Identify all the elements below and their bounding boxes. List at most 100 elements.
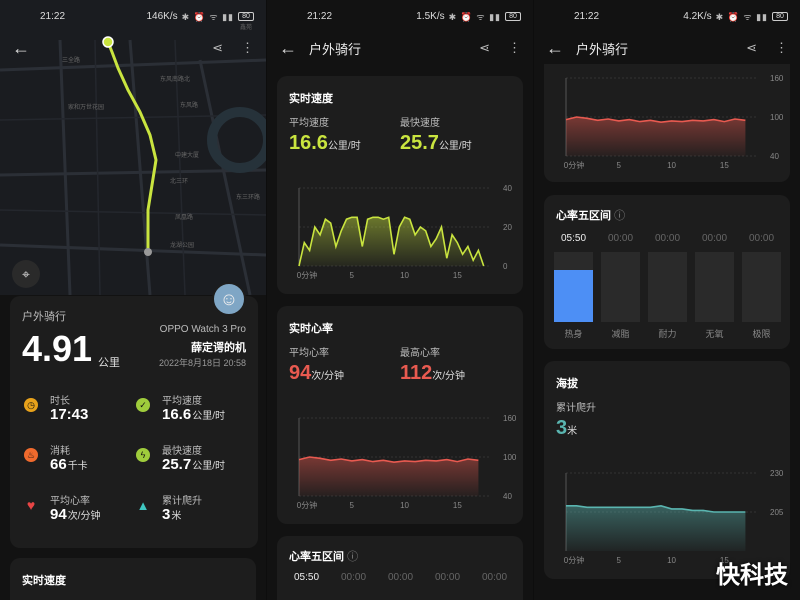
share-icon[interactable]: ⋖ [212, 40, 223, 56]
zone-time: 00:00 [748, 233, 775, 244]
status-bar: 21:22 146K/s ✱ ⏰ ᯤ ▮▮ 80 [0, 0, 266, 32]
altitude-card: 海拔 累计爬升 3米 205 230 0分钟 5 10 15 [544, 361, 790, 579]
zone-item: 00:00 [481, 572, 508, 583]
speed-card-preview: 实时速度 [10, 558, 256, 600]
zone-fill [554, 269, 593, 322]
max-speed-label: 最快速度 [400, 118, 440, 129]
speed-chart: 0 20 40 0分钟 5 10 15 [297, 184, 513, 280]
panel-zones-altitude: 40 100 160 0分钟 5 10 15 21:22 4.2K/s ✱ ⏰ ᯤ ▮▮ 8… [534, 0, 800, 600]
metric-value: 3米 [162, 506, 182, 523]
y-tick-label: 100 [770, 113, 784, 122]
zone-list: 05:50 热身 00:00 减脂 00:00 耐力 00:00 无氧 00:00 极限 [554, 233, 781, 340]
battery-icon: 80 [238, 11, 254, 21]
back-arrow-icon[interactable]: ← [279, 38, 303, 59]
device-name: OPPO Watch 3 Pro [159, 324, 246, 335]
climb-value: 3米 [556, 417, 578, 439]
status-icons: ✱ ⏰ ᯤ ▮▮ [715, 11, 768, 22]
status-right: 146K/s ✱ ⏰ ᯤ ▮▮ 80 [146, 10, 254, 23]
series-area [566, 117, 746, 156]
y-tick-label: 100 [503, 453, 517, 462]
heart-rate-chart: 40 100 160 0分钟 5 10 15 [564, 74, 784, 170]
max-heart-value: 112次/分钟 [400, 362, 466, 384]
zone-item: 05:50 热身 [554, 233, 593, 340]
network-speed: 4.2K/s [683, 10, 712, 22]
heart-rate-card: 实时心率 平均心率 94次/分钟 最高心率 112次/分钟 40 100 160 0分… [277, 306, 523, 524]
status-icons: ✱ ⏰ ᯤ ▮▮ [448, 11, 501, 22]
back-arrow-icon[interactable]: ← [12, 38, 36, 59]
card-title: 实时速度 [22, 575, 66, 587]
x-tick-label: 10 [400, 271, 409, 280]
share-icon[interactable]: ⋖ [746, 40, 757, 56]
x-tick-label: 0分钟 [297, 500, 317, 510]
battery-icon: 80 [772, 11, 788, 21]
map-label: 中建大厦 [175, 153, 200, 159]
back-arrow-icon[interactable]: ← [546, 38, 570, 59]
card-title: 海拔 [556, 378, 578, 390]
zones-card: 心率五区间 ⓘ 05:50 热身 00:00 减脂 00:00 耐力 00:00 无氧… [544, 195, 790, 349]
status-bar: 21:22 4.2K/s ✱ ⏰ ᯤ ▮▮ 80 [534, 0, 800, 32]
avg-heart-label: 平均心率 [289, 348, 329, 359]
status-right: 1.5K/s ✱ ⏰ ᯤ ▮▮ 80 [416, 10, 521, 23]
x-tick-label: 10 [667, 556, 676, 565]
zone-item: 05:50 [293, 572, 320, 583]
map-label: 东风路 [180, 103, 199, 109]
x-tick-label: 10 [667, 161, 676, 170]
zone-time: 05:50 [560, 233, 587, 244]
y-tick-label: 20 [503, 223, 512, 232]
y-tick-label: 40 [503, 492, 512, 501]
zone-bar [695, 252, 734, 322]
metric-value: 25.7公里/时 [162, 456, 225, 473]
y-tick-label: 40 [503, 184, 512, 193]
flame-icon: ♨ [24, 448, 38, 462]
x-tick-label: 0分钟 [297, 270, 317, 280]
summary-card: ☺ 户外骑行 4.91 公里 OPPO Watch 3 Pro 薛定谔的机 20… [10, 282, 258, 548]
card-title: 实时速度 [289, 93, 333, 105]
panel-speed-heart: 21:22 1.5K/s ✱ ⏰ ᯤ ▮▮ 80 ← 户外骑行 ⋖ ⋮ 实时速度… [267, 0, 533, 600]
more-icon[interactable]: ⋮ [508, 40, 521, 56]
zone-bar [554, 252, 593, 322]
map-label: 家和万世花园 [68, 105, 105, 111]
metric-label: 最快速度 [162, 446, 202, 457]
zone-time: 00:00 [701, 233, 728, 244]
map-label: 北三环 [170, 179, 189, 185]
page-title: 户外骑行 [576, 41, 629, 57]
metric-label: 累计爬升 [162, 496, 202, 507]
more-icon[interactable]: ⋮ [241, 40, 254, 56]
y-tick-label: 0 [503, 262, 508, 271]
y-tick-label: 160 [770, 74, 784, 83]
y-tick-label: 230 [770, 469, 784, 478]
distance-unit: 公里 [98, 357, 120, 369]
triangle-icon: ▲ [136, 497, 150, 513]
more-icon[interactable]: ⋮ [775, 40, 788, 56]
activity-type: 户外骑行 [22, 311, 66, 323]
x-tick-label: 0分钟 [564, 160, 584, 170]
network-speed: 1.5K/s [416, 10, 445, 22]
owner-name: 薛定谔的机 [191, 342, 246, 354]
speed-icon: ✓ [136, 398, 150, 412]
map-label: 东风南路北 [160, 77, 191, 83]
max-heart-label: 最高心率 [400, 348, 440, 359]
route-start-marker [144, 248, 152, 256]
lightning-icon: ϟ [136, 448, 150, 462]
status-time: 21:22 [574, 10, 600, 22]
zone-item: 00:00 耐力 [648, 233, 687, 340]
distance-value: 4.91 [22, 328, 93, 369]
status-right: 4.2K/s ✱ ⏰ ᯤ ▮▮ 80 [683, 10, 788, 23]
page-title: 户外骑行 [309, 41, 362, 57]
status-time: 21:22 [307, 10, 333, 22]
zones-card-preview: 心率五区间 ⓘ 05:50 00:00 00:00 00:00 00:00 [277, 536, 523, 600]
share-icon[interactable]: ⋖ [479, 40, 490, 56]
info-icon: ⓘ [347, 551, 359, 563]
metric-label: 平均速度 [162, 396, 202, 407]
zone-item: 00:00 极限 [742, 233, 781, 340]
zone-label: 极限 [752, 329, 771, 339]
avatar[interactable]: ☺ [212, 282, 246, 316]
card-title: 心率五区间 ⓘ [556, 210, 626, 222]
metric-value: 16.6公里/时 [162, 406, 225, 423]
climb-label: 累计爬升 [556, 403, 596, 414]
x-tick-label: 5 [617, 556, 622, 565]
locate-icon[interactable]: ⌖ [12, 260, 40, 288]
metric-label: 时长 [50, 396, 70, 407]
speed-card: 实时速度 平均速度 16.6公里/时 最快速度 25.7公里/时 0 20 40 0分… [277, 76, 523, 294]
metric-value: 66千卡 [50, 456, 88, 473]
